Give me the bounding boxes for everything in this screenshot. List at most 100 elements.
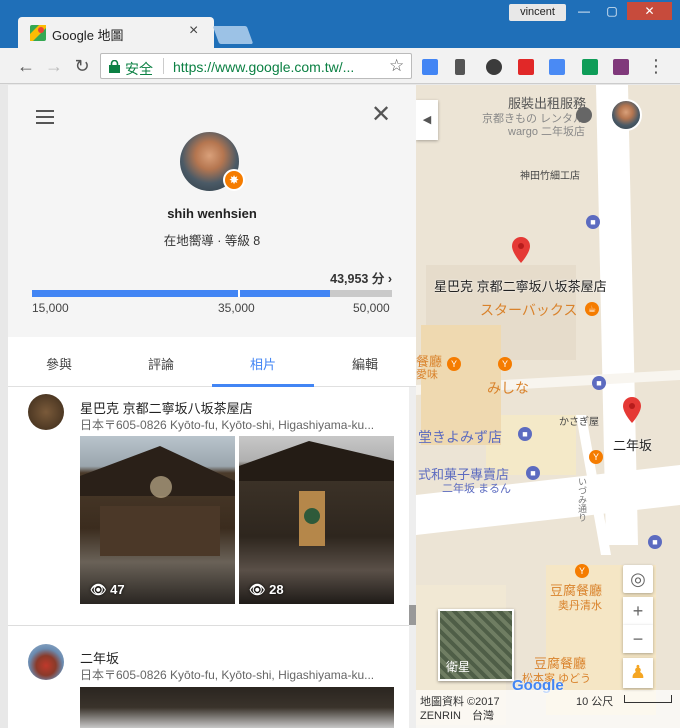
level-progress-fill [32, 290, 330, 297]
photo-card-1[interactable]: 👁 47 [80, 436, 235, 604]
chrome-menu-icon[interactable]: ⋮ [646, 56, 666, 76]
map-scale-label: 10 公尺 [576, 696, 614, 708]
back-icon[interactable]: ← [16, 56, 36, 76]
map-label-mishina[interactable]: みしな [487, 378, 529, 398]
points-value: 43,953 分 [330, 272, 385, 286]
collapse-panel-button[interactable]: ◀ [416, 100, 438, 140]
map-avatar[interactable] [610, 99, 642, 131]
minimize-button[interactable]: — [571, 2, 597, 20]
photo-building-1 [80, 446, 235, 556]
shopping-poi-icon-5[interactable]: ■ [648, 535, 662, 549]
title-bar: Google 地圖 × vincent — ▢ ✕ [0, 0, 680, 48]
place-title-2[interactable]: 二年坂 [80, 648, 119, 667]
active-tab-indicator [212, 384, 314, 387]
browser-toolbar: ← → ↻ 安全 https://www.google.com.tw/... ☆… [0, 48, 680, 84]
map-label-tofu-sub: 奥丹清水 [558, 600, 602, 612]
tab-close-icon[interactable]: × [189, 22, 198, 40]
profile-header: ✕ ✸ shih wenhsien 在地嚮導 · 等級 8 43,953 分 ›… [8, 85, 416, 337]
photo-count-2: 28 [269, 582, 284, 597]
map-label-starbucks[interactable]: 星巴克 京都二寧坂八坂茶屋店 [434, 276, 607, 295]
tab-title: Google 地圖 [52, 28, 124, 43]
starbucks-pin-icon[interactable] [512, 237, 530, 263]
satellite-label: 衛星 [446, 660, 471, 674]
maximize-button[interactable]: ▢ [599, 2, 625, 20]
extension-check-icon[interactable] [422, 59, 438, 75]
map-label-bamboo[interactable]: 神田竹細工店 [520, 167, 580, 182]
my-location-button[interactable]: ◎ [623, 565, 653, 593]
photo-building-2 [239, 441, 394, 546]
lock-icon [109, 60, 120, 73]
points-link[interactable]: 43,953 分 › [330, 268, 392, 287]
google-maps-icon [30, 25, 46, 41]
panel-scroll-thumb[interactable] [409, 605, 416, 625]
secure-label: 安全 [125, 61, 153, 77]
map-label-kasagiya[interactable]: かさぎ屋 [559, 413, 599, 428]
shopping-poi-icon-4[interactable]: ■ [526, 466, 540, 480]
restaurant-poi-icon-4[interactable]: Y [575, 564, 589, 578]
hamburger-menu-icon[interactable] [36, 110, 54, 124]
zoom-out-button[interactable]: − [623, 625, 653, 653]
map-label-restaurant-sub: 愛味 [416, 369, 438, 381]
tab-reviews[interactable]: 評論 [110, 354, 212, 373]
map-label-yomizu[interactable]: 堂きよみず店 [418, 427, 502, 447]
progress-tick-max: 50,000 [353, 301, 390, 315]
close-panel-icon[interactable]: ✕ [371, 103, 391, 127]
entry-divider [8, 625, 416, 626]
place-thumbnail-1[interactable] [28, 394, 64, 430]
photo-card-2[interactable]: 👁 28 [239, 436, 394, 604]
photo-views-2: 👁 28 [249, 582, 284, 597]
profile-level: 在地嚮導 · 等級 8 [163, 234, 261, 248]
pegman-icon[interactable]: ♟ [623, 658, 653, 688]
classroom-icon[interactable] [582, 59, 598, 75]
restaurant-poi-icon-3[interactable]: Y [589, 450, 603, 464]
evernote-icon[interactable] [486, 59, 502, 75]
place-address-2: 日本〒605-0826 Kyōto-fu, Kyōto-shi, Higashi… [80, 668, 375, 682]
flipboard-icon[interactable] [518, 59, 534, 75]
place-thumbnail-2[interactable] [28, 644, 64, 680]
contributor-panel: ✕ ✸ shih wenhsien 在地嚮導 · 等級 8 43,953 分 ›… [8, 85, 416, 728]
place-title-1[interactable]: 星巴克 京都二寧坂八坂茶屋店 [80, 398, 253, 417]
chevron-right-icon: › [387, 272, 392, 286]
tab-edits[interactable]: 編輯 [314, 354, 416, 373]
photo-views-1: 👁 47 [90, 582, 125, 597]
translate-icon[interactable] [549, 59, 565, 75]
level-progress-bar [32, 290, 392, 297]
place-address-1: 日本〒605-0826 Kyōto-fu, Kyōto-shi, Higashi… [80, 418, 375, 432]
new-tab-button[interactable] [212, 26, 254, 44]
shopping-poi-icon-3[interactable]: ■ [518, 427, 532, 441]
photo-count-1: 47 [110, 582, 125, 597]
profile-button[interactable]: vincent [509, 4, 566, 21]
bookmark-star-icon[interactable]: ☆ [389, 56, 404, 76]
restaurant-poi-icon-2[interactable]: Y [498, 357, 512, 371]
address-bar[interactable]: 安全 https://www.google.com.tw/... ☆ [100, 53, 412, 79]
zoom-in-button[interactable]: + [623, 597, 653, 625]
tab-contributions[interactable]: 參與 [8, 354, 110, 373]
restaurant-poi-icon-1[interactable]: Y [447, 357, 461, 371]
notification-icon[interactable] [576, 107, 592, 123]
map-label-ninenzaka[interactable]: 二年坂 [613, 435, 652, 454]
map-label-starbucks-jp[interactable]: スターバックス [480, 300, 577, 320]
reload-icon[interactable]: ↻ [72, 56, 92, 76]
satellite-toggle[interactable]: 衛星 [438, 609, 514, 681]
map-label-wagashi-sub: 二年坂 まるん [442, 483, 512, 495]
url-text: https://www.google.com.tw/... [173, 59, 355, 75]
map-copyright-2: ZENRIN 台灣 [420, 710, 494, 722]
close-window-button[interactable]: ✕ [627, 2, 672, 20]
map-label-street: いづみ通り [577, 477, 587, 522]
ninenzaka-pin-icon[interactable] [623, 397, 641, 423]
browser-tab[interactable]: Google 地圖 × [18, 17, 214, 48]
map-label-rental-sub2: wargo 二年坂店 [508, 126, 586, 138]
forward-icon[interactable]: → [44, 56, 64, 76]
panel-scrollbar[interactable] [409, 387, 416, 728]
cafe-poi-icon[interactable]: ☕ [585, 302, 599, 316]
shopping-poi-icon[interactable]: ■ [586, 215, 600, 229]
shopping-poi-icon-2[interactable]: ■ [592, 376, 606, 390]
profile-tabs: 參與 評論 相片 編輯 [8, 337, 416, 387]
onenote-icon[interactable] [613, 59, 629, 75]
tab-photos[interactable]: 相片 [212, 354, 314, 373]
progress-tick-min: 15,000 [32, 301, 69, 315]
profile-name: shih wenhsien [167, 206, 257, 221]
extension-pen-icon[interactable] [455, 59, 465, 75]
map-scale-bar [624, 695, 672, 703]
photo-card-3[interactable] [80, 687, 394, 728]
